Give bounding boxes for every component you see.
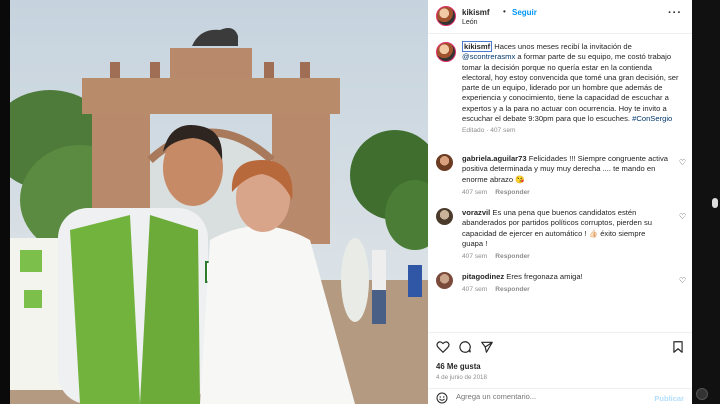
- comment-meta: 407 sem Responder: [462, 252, 668, 262]
- comment-like-heart-icon[interactable]: ♡: [679, 158, 686, 167]
- screen-frame: kikismf • Seguir León ··· kikismf Haces …: [0, 0, 720, 404]
- post-date: 4 de junio de 2018: [436, 374, 487, 381]
- caption-body: kikismf Haces unos meses recibí la invit…: [462, 41, 684, 137]
- more-options-icon[interactable]: ···: [668, 7, 682, 19]
- share-icon[interactable]: [480, 340, 494, 354]
- post-photo[interactable]: [10, 0, 428, 404]
- commenter-username[interactable]: vorazvil: [462, 208, 490, 217]
- caption-hashtag[interactable]: #ConSergio: [632, 114, 672, 123]
- comment-input[interactable]: [456, 392, 636, 401]
- bookmark-icon[interactable]: [671, 340, 685, 354]
- commenter-avatar[interactable]: [436, 154, 453, 171]
- caption-username[interactable]: kikismf: [462, 41, 493, 52]
- header-separator: •: [503, 7, 506, 16]
- comment-like-heart-icon[interactable]: ♡: [679, 276, 686, 285]
- reply-button[interactable]: Responder: [495, 253, 529, 260]
- post-actions-bar: [428, 332, 692, 360]
- follow-button[interactable]: Seguir: [512, 8, 537, 17]
- comment-time: 407 sem: [462, 286, 488, 294]
- heart-icon[interactable]: [436, 340, 450, 354]
- comment-text: Es una pena que buenos candidatos estén …: [462, 208, 652, 248]
- comment-meta: 407 sem Responder: [462, 188, 668, 198]
- reply-button[interactable]: Responder: [495, 286, 529, 293]
- commenter-avatar[interactable]: [436, 272, 453, 289]
- publish-button[interactable]: Publicar: [654, 394, 684, 403]
- post-detail-panel: kikismf • Seguir León ··· kikismf Haces …: [428, 0, 692, 404]
- commenter-avatar[interactable]: [436, 208, 453, 225]
- post-header: kikismf • Seguir León ···: [428, 0, 692, 34]
- emoji-icon[interactable]: [436, 392, 448, 404]
- commenter-username[interactable]: pitagodinez: [462, 272, 504, 281]
- caption-text-2: a formar parte de su equipo, me costó tr…: [462, 52, 679, 124]
- comment-like-heart-icon[interactable]: ♡: [679, 212, 686, 221]
- comment-body: vorazvil Es una pena que buenos candidat…: [462, 208, 668, 262]
- caption-meta: Editado · 407 sem: [462, 127, 516, 135]
- author-username[interactable]: kikismf: [462, 8, 490, 17]
- next-arrow-icon[interactable]: [712, 198, 718, 208]
- comment-time: 407 sem: [462, 253, 488, 261]
- profile-avatar[interactable]: [696, 388, 708, 400]
- post-location[interactable]: León: [462, 19, 478, 26]
- add-comment-bar: Publicar: [428, 388, 692, 404]
- next-post-edge: [692, 0, 720, 404]
- comment-time: 407 sem: [462, 188, 488, 196]
- comment-body: gabriela.aguilar73 Felicidades !!! Siemp…: [462, 154, 668, 198]
- comment-icon[interactable]: [458, 340, 472, 354]
- caption-avatar[interactable]: [436, 42, 456, 62]
- like-count[interactable]: 46 Me gusta: [436, 362, 481, 371]
- commenter-username[interactable]: gabriela.aguilar73: [462, 154, 527, 163]
- caption-mention[interactable]: @scontrerasmx: [462, 52, 515, 61]
- comment-text: Eres fregonaza amiga!: [504, 272, 583, 281]
- author-avatar[interactable]: [436, 6, 456, 26]
- comment-body: pitagodinez Eres fregonaza amiga! 407 se…: [462, 272, 668, 296]
- post-image: [10, 0, 428, 404]
- caption-text-1: Haces unos meses recibí la invitación de: [492, 42, 632, 51]
- comment-meta: 407 sem Responder: [462, 285, 668, 295]
- reply-button[interactable]: Responder: [495, 189, 529, 196]
